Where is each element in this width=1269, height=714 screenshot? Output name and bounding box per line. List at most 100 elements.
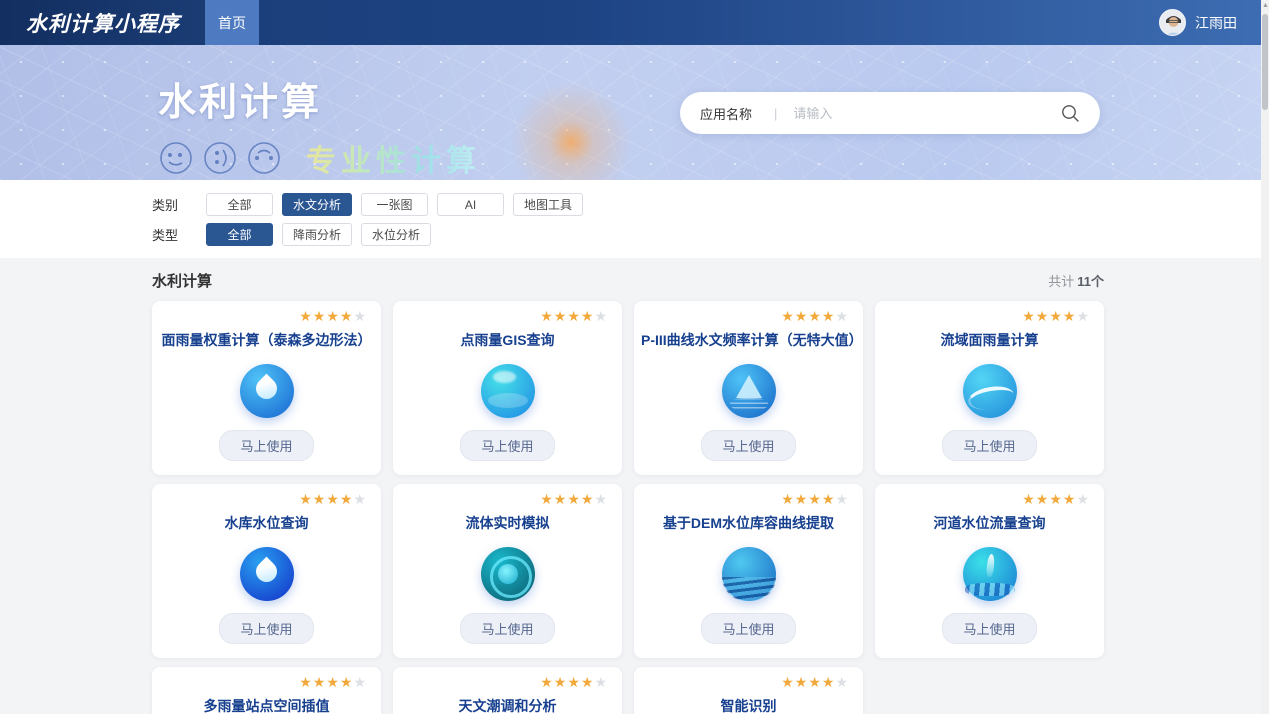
app-card: ★★★★★流域面雨量计算马上使用 [875,301,1104,475]
star-icon: ★ [835,308,849,324]
star-icon: ★ [313,308,327,324]
dem-ocean-icon [722,547,776,601]
star-icon: ★ [781,674,795,690]
app-window: 水利计算小程序 首页 江雨田 水利计算 [0,0,1269,714]
smiley-icon [246,140,282,176]
search-field-label: 应用名称 [700,104,752,123]
card-title: 流体实时模拟 [466,513,550,533]
app-card: ★★★★★点雨量GIS查询马上使用 [393,301,622,475]
star-icon: ★ [594,308,608,324]
star-icon: ★ [822,308,836,324]
avatar[interactable] [1159,9,1186,36]
star-icon: ★ [540,491,554,507]
filter-option-button[interactable]: 地图工具 [513,193,583,216]
app-card: ★★★★★水库水位查询马上使用 [152,484,381,658]
star-icon: ★ [353,491,367,507]
result-count-value: 11个 [1077,274,1104,289]
filter-option-button[interactable]: 水位分析 [361,223,431,246]
filter-panel: 类别全部水文分析一张图AI地图工具类型全部降雨分析水位分析 [0,180,1269,258]
rating-stars: ★★★★★ [1022,492,1094,507]
card-title: 面雨量权重计算（泰森多边形法） [162,330,372,350]
section-header: 水利计算 共计11个 [152,258,1104,301]
star-icon: ★ [822,674,836,690]
gis-globe-icon [481,364,535,418]
star-icon: ★ [1076,308,1090,324]
rating-stars: ★★★★★ [299,675,371,690]
star-icon: ★ [808,674,822,690]
star-icon: ★ [835,674,849,690]
scrollbar[interactable]: ▲ [1261,0,1269,714]
app-card: ★★★★★面雨量权重计算（泰森多边形法）马上使用 [152,301,381,475]
card-title: 多雨量站点空间插值 [204,696,330,714]
navbar-spacer [259,0,1159,45]
star-icon: ★ [594,491,608,507]
star-icon: ★ [326,491,340,507]
star-icon: ★ [353,308,367,324]
star-icon: ★ [299,308,313,324]
star-icon: ★ [1063,491,1077,507]
use-now-button[interactable]: 马上使用 [219,430,313,461]
star-icon: ★ [326,674,340,690]
fluid-simulation-ring-icon [481,547,535,601]
star-icon: ★ [567,491,581,507]
hero-title: 水利计算 [158,71,481,126]
rating-stars: ★★★★★ [781,309,853,324]
username: 江雨田 [1195,13,1237,33]
filter-option-button[interactable]: 全部 [206,223,273,246]
star-icon: ★ [554,491,568,507]
use-now-button[interactable]: 马上使用 [701,430,795,461]
use-now-button[interactable]: 马上使用 [219,613,313,644]
star-icon: ★ [540,674,554,690]
rating-stars: ★★★★★ [540,492,612,507]
smiley-icon [158,140,194,176]
use-now-button[interactable]: 马上使用 [460,613,554,644]
app-card: ★★★★★智能识别马上使用 [634,667,863,714]
rating-stars: ★★★★★ [781,492,853,507]
filter-option-button[interactable]: 降雨分析 [282,223,352,246]
app-logo: 水利计算小程序 [0,0,205,45]
filter-option-button[interactable]: AI [437,193,504,216]
star-icon: ★ [567,674,581,690]
use-now-button[interactable]: 马上使用 [942,430,1036,461]
reservoir-drop-icon [240,547,294,601]
use-now-button[interactable]: 马上使用 [701,613,795,644]
card-title: P-III曲线水文频率计算（无特大值） [641,330,856,350]
use-now-button[interactable]: 马上使用 [942,613,1036,644]
nav-tab-home[interactable]: 首页 [205,0,259,45]
scrollbar-thumb[interactable] [1262,14,1268,110]
smiley-icons [158,140,282,176]
app-logo-text: 水利计算小程序 [26,8,180,38]
star-icon: ★ [540,308,554,324]
search-bar: 应用名称 | [680,92,1100,134]
card-title: 智能识别 [721,696,777,714]
user-menu[interactable]: 江雨田 [1159,0,1269,45]
result-count: 共计11个 [1048,271,1104,290]
app-card: ★★★★★ P-III曲线水文频率计算（无特大值） 马上使用 [634,301,863,475]
filter-label: 类型 [152,225,192,244]
star-icon: ★ [781,308,795,324]
filter-option-button[interactable]: 水文分析 [282,193,352,216]
star-icon: ★ [581,674,595,690]
scrollbar-up-arrow[interactable]: ▲ [1262,3,1268,9]
star-icon: ★ [554,308,568,324]
star-icon: ★ [326,308,340,324]
star-icon: ★ [581,308,595,324]
card-title: 天文潮调和分析 [459,696,557,714]
star-icon: ★ [1063,308,1077,324]
search-separator: | [774,106,777,121]
star-icon: ★ [313,674,327,690]
app-card: ★★★★★河道水位流量查询马上使用 [875,484,1104,658]
filter-option-button[interactable]: 一张图 [361,193,428,216]
star-icon: ★ [1022,491,1036,507]
use-now-button[interactable]: 马上使用 [460,430,554,461]
filter-option-button[interactable]: 全部 [206,193,273,216]
star-icon: ★ [835,491,849,507]
star-icon: ★ [299,674,313,690]
frequency-peak-icon [722,364,776,418]
basin-rain-wave-icon [963,364,1017,418]
star-icon: ★ [567,308,581,324]
star-icon: ★ [554,674,568,690]
search-input[interactable] [793,106,1060,121]
search-icon[interactable] [1060,103,1080,123]
card-title: 基于DEM水位库容曲线提取 [663,513,834,533]
